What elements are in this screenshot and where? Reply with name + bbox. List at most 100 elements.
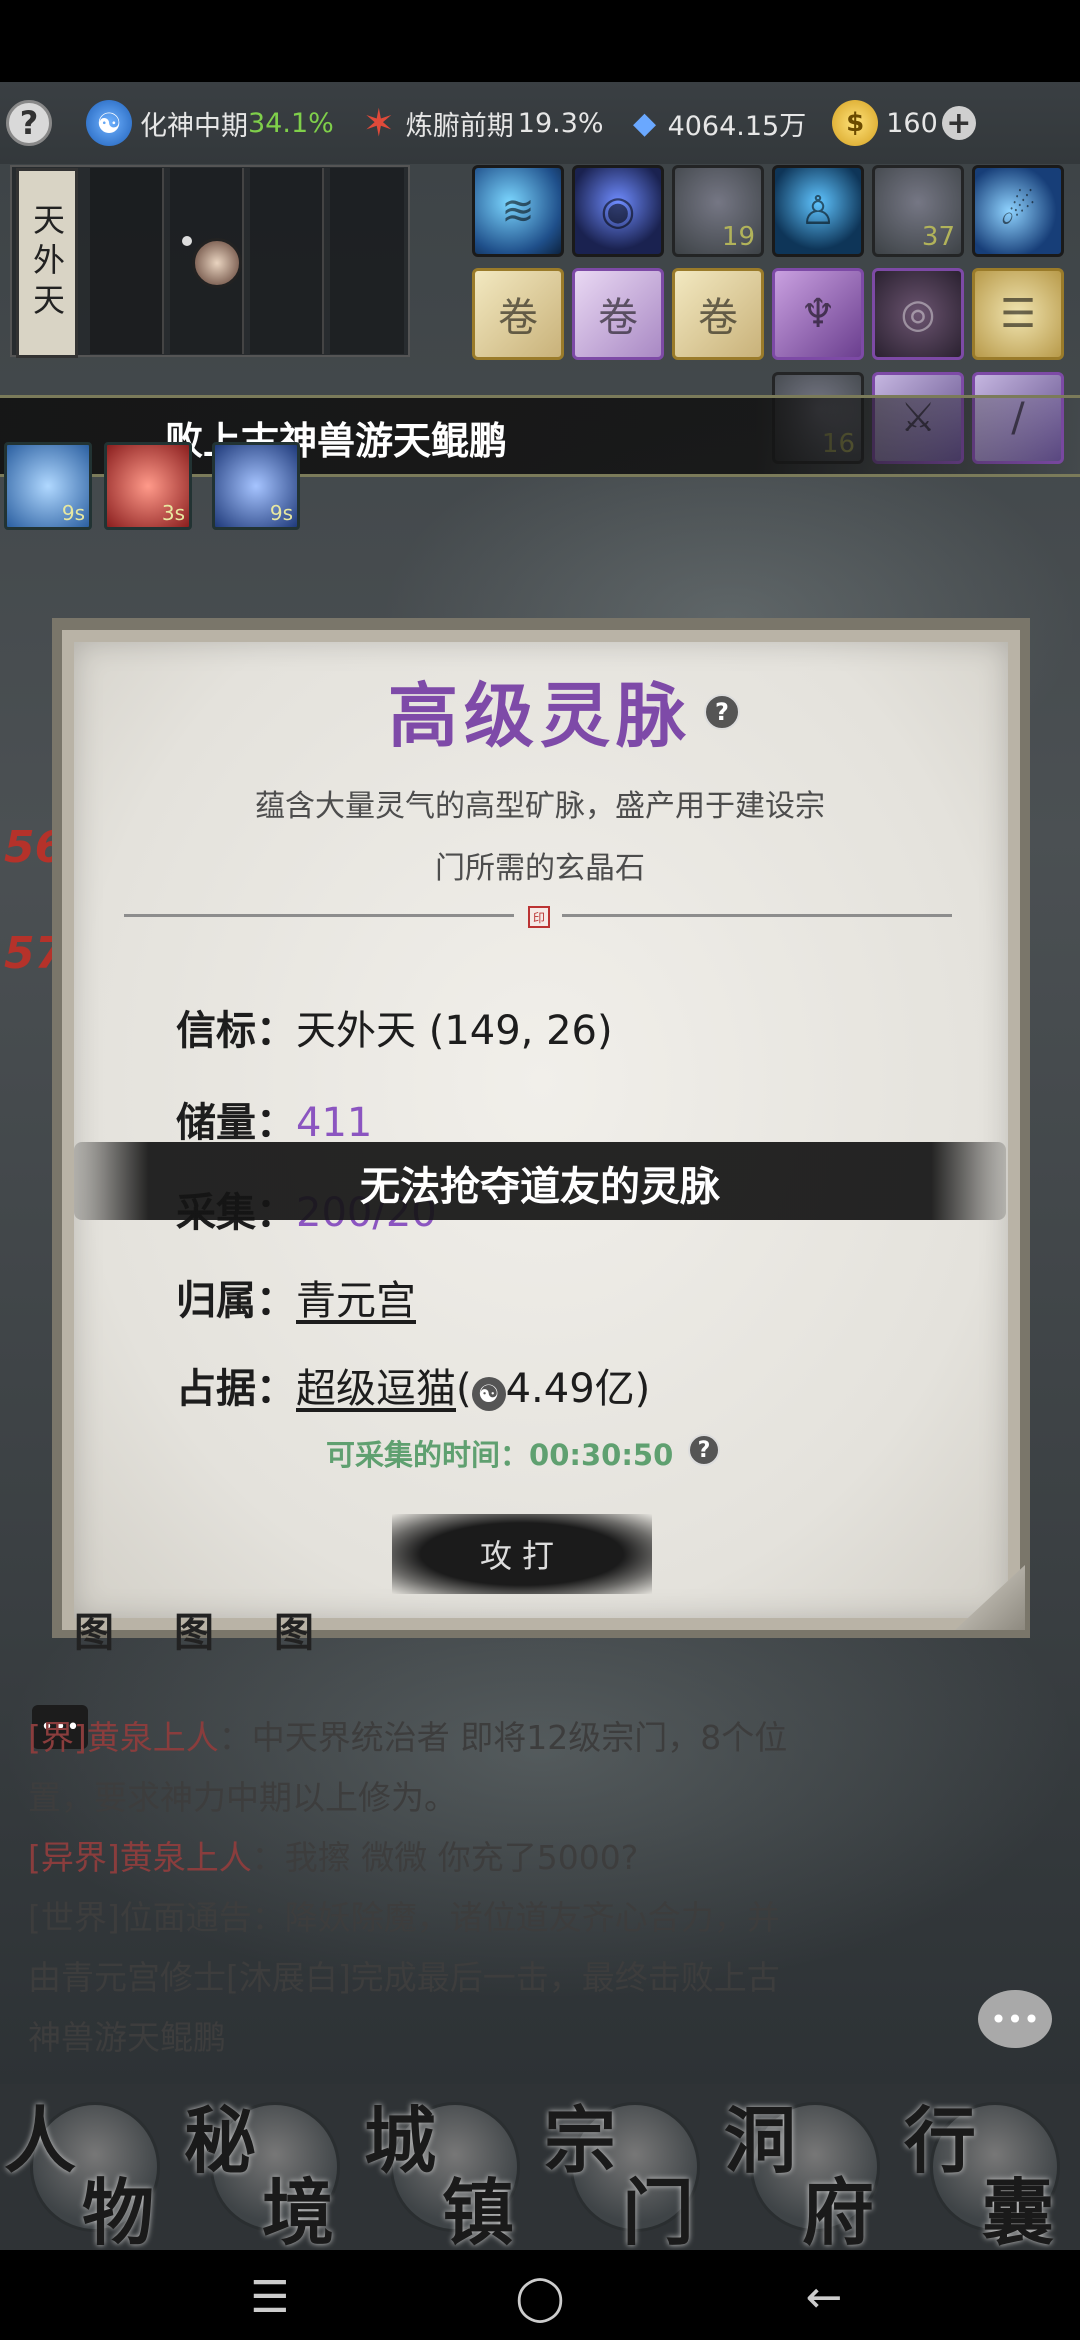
chat-message: [异界]黄泉上人：我擦 微微 你充了5000? [28, 1838, 639, 1877]
owner-row: 归属： 青元宫 [176, 1268, 416, 1326]
equip-slot-scroll-3[interactable]: 卷 [672, 268, 764, 360]
buff-slot-2[interactable]: 3s [104, 442, 192, 530]
equip-slot-beads[interactable]: ◎ [872, 268, 964, 360]
chat-message: 由青元宫修士[沐展白]完成最后一击，最终击败上古 [28, 1958, 780, 1997]
reserve-row: 储量： 411 [176, 1090, 372, 1148]
buff-slot-3[interactable]: 9s [212, 442, 300, 530]
menu-icon[interactable]: ☰ [230, 2272, 310, 2323]
status-bar [0, 0, 1080, 82]
underlay-char: 图 [174, 1610, 214, 1656]
toast-message: 无法抢夺道友的灵脉 [360, 1164, 720, 1210]
skill-slot-1[interactable]: ≋ [472, 165, 564, 257]
gold-count: 160 [886, 107, 938, 139]
skill-slot-4[interactable]: ♙ [772, 165, 864, 257]
seal-icon: 印 [528, 906, 550, 928]
skill-slot-3[interactable]: 19 [672, 165, 764, 257]
description-line: 门所需的玄晶石 [435, 851, 645, 886]
back-icon[interactable]: ← [784, 2272, 864, 2323]
beacon-row: 信标： 天外天 (149, 26) [176, 998, 613, 1056]
occupier-player-link[interactable]: 超级逗猫 [296, 1356, 456, 1414]
equip-slot-scroll-1[interactable]: 卷 [472, 268, 564, 360]
scroll-icon: 卷 [598, 295, 638, 341]
nav-town[interactable]: 城镇 [360, 2082, 540, 2255]
dialog-description: 蕴含大量灵气的高型矿脉，盛产用于建设宗 门所需的玄晶石 [220, 776, 860, 900]
water-skill-icon: ≋ [501, 188, 535, 234]
robe-icon: ♆ [800, 291, 836, 337]
realm-label: 化神中期 [140, 110, 248, 142]
chat-message: [界]黄泉上人：中天界统治者 即将12级宗门，8个位 [28, 1718, 788, 1757]
nav-sect[interactable]: 宗门 [540, 2082, 720, 2255]
occupier-power: 4.49亿) [505, 1366, 651, 1412]
reserve-value: 411 [296, 1100, 373, 1146]
timer-value: 00:30:50 [529, 1438, 674, 1472]
sect-map-column [250, 168, 324, 354]
nav-character[interactable]: 人物 [0, 2082, 180, 2255]
equip-slot-scroll-2[interactable]: 卷 [572, 268, 664, 360]
nav-cave[interactable]: 洞府 [720, 2082, 900, 2255]
body-percent: 19.3% [517, 107, 604, 139]
spirit-stone-icon: ◆ [633, 105, 657, 141]
nav-inventory[interactable]: 行囊 [900, 2082, 1080, 2255]
realm-percent: 34.1% [248, 107, 334, 139]
chat-log[interactable]: [界]黄泉上人：中天界统治者 即将12级宗门，8个位 置，要求神力中期以上修为。… [28, 1708, 1048, 2068]
chat-sender[interactable]: 界]黄泉上人 [41, 1718, 219, 1757]
buff-timer: 9s [61, 501, 85, 525]
timer-help-icon[interactable]: ? [688, 1434, 720, 1466]
comet-skill-icon: ☄ [1000, 188, 1036, 234]
title-help-icon[interactable]: ? [704, 694, 740, 730]
body-item[interactable]: ✶ 炼腑前期 19.3% [360, 100, 604, 146]
chat-bubble-icon[interactable]: ••• [978, 1990, 1052, 2048]
gold-coin-icon: $ [832, 100, 879, 146]
gold-item[interactable]: $ 160 + [832, 100, 984, 146]
buff-timer: 3s [161, 501, 185, 525]
spirit-stone-item[interactable]: ◆ 4064.15万 [630, 100, 806, 146]
skill-count: 19 [721, 222, 755, 252]
underlay-char: 图 [274, 1610, 314, 1656]
equip-slot-robe[interactable]: ♆ [772, 268, 864, 360]
owner-sect-link[interactable]: 青元宫 [296, 1268, 416, 1326]
beacon-label: 信标： [176, 1008, 296, 1054]
equip-slot-bagua[interactable]: ☰ [972, 268, 1064, 360]
player-avatar[interactable] [192, 238, 242, 288]
prayer-beads-icon: ◎ [900, 291, 936, 337]
scroll-icon: 卷 [498, 295, 538, 341]
demon-face-icon: ◉ [600, 188, 636, 234]
attack-button[interactable]: 攻打 [392, 1514, 652, 1594]
power-yin-yang-icon: ☯ [471, 1377, 506, 1411]
underlay-char: 图 [74, 1610, 114, 1656]
dialog-title: 高级灵脉 [388, 674, 692, 757]
avatar-marker-dot [182, 236, 192, 246]
realm-item[interactable]: ☯ 化神中期 34.1% [86, 100, 334, 146]
sect-map-column [90, 168, 164, 354]
description-line: 蕴含大量灵气的高型矿脉，盛产用于建设宗 [255, 789, 825, 824]
owner-label: 归属： [176, 1278, 296, 1324]
sect-map-column [330, 168, 404, 354]
timer-label: 可采集的时间： [326, 1438, 530, 1472]
occupy-row: 占据： 超级逗猫 ( ☯ 4.49亿) [176, 1356, 650, 1414]
bagua-icon: ☰ [1000, 291, 1036, 337]
occupy-label: 占据： [176, 1366, 296, 1412]
resource-bar: ? ☯ 化神中期 34.1% ✶ 炼腑前期 19.3% ◆ 4064.15万 $… [0, 82, 1080, 164]
divider-right [562, 914, 952, 917]
skill-slot-2[interactable]: ◉ [572, 165, 664, 257]
skill-slot-5[interactable]: 37 [872, 165, 964, 257]
add-gold-icon[interactable]: + [941, 106, 976, 141]
home-icon[interactable]: ◯ [500, 2272, 580, 2323]
buff-slot-1[interactable]: 9s [4, 442, 92, 530]
realm-orb-icon: ☯ [86, 100, 132, 146]
body-refine-icon: ✶ [362, 101, 395, 145]
skill-slot-6[interactable]: ☄ [972, 165, 1064, 257]
help-item[interactable]: ? [6, 100, 60, 146]
sect-name-plaque[interactable]: 天外天 [16, 168, 78, 358]
scroll-icon: 卷 [698, 295, 738, 341]
help-icon[interactable]: ? [6, 100, 52, 146]
chat-sender[interactable]: [异界]黄泉上人 [28, 1838, 252, 1877]
modal-underlay-buttons: 图 图 图 [34, 1600, 994, 1680]
divider-left [124, 914, 514, 917]
nav-secret-realm[interactable]: 秘境 [180, 2082, 360, 2255]
skill-count: 37 [921, 222, 955, 252]
figure-aura-icon: ♙ [800, 188, 836, 234]
buff-timer: 9s [269, 501, 293, 525]
chat-message: 置，要求神力中期以上修为。 [28, 1778, 457, 1817]
body-label: 炼腑前期 [405, 110, 514, 142]
